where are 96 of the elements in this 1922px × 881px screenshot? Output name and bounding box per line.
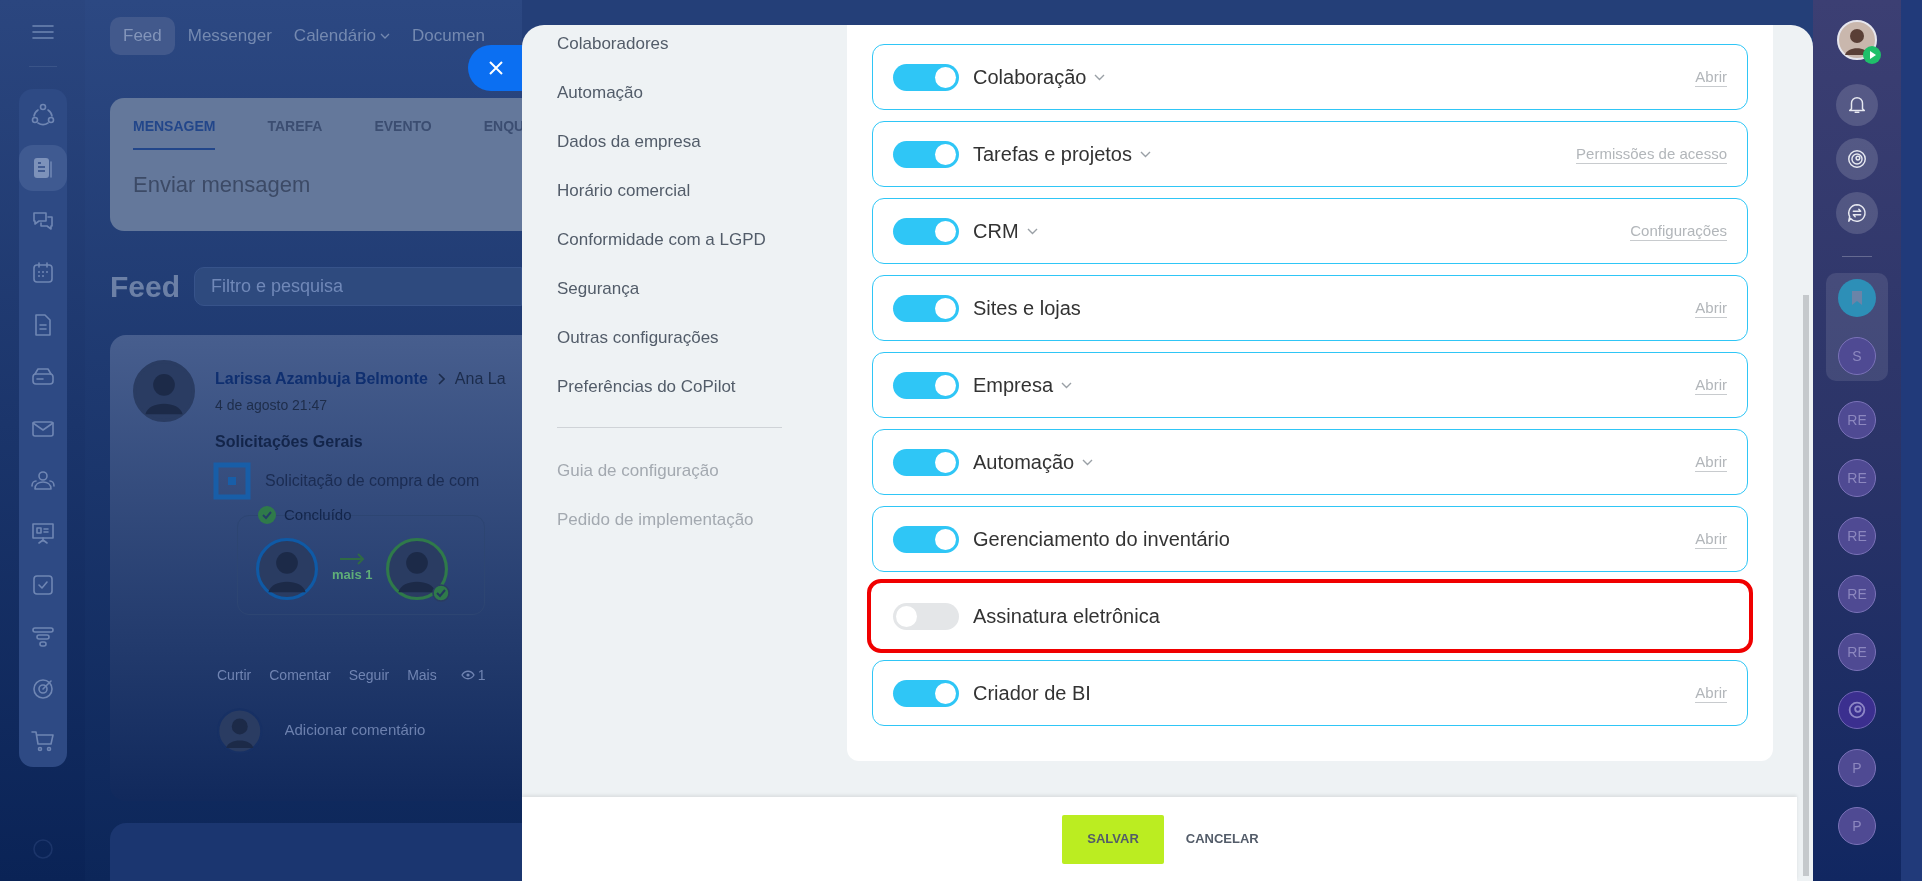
chevron-down-icon[interactable] [1094,73,1106,81]
avatar [386,537,449,600]
action-link[interactable]: Seguir [348,664,390,686]
calendar-icon[interactable] [30,261,55,285]
bookmark-icon [1851,290,1863,306]
settings-link[interactable]: Abrir [1695,67,1727,87]
action-link[interactable]: Curtir [217,664,252,686]
toggle-switch[interactable] [893,217,959,245]
menu-item[interactable]: Colaboradores [557,30,669,57]
menu-link[interactable]: Guia de configuração [557,457,719,484]
tool-name: Sites e lojas [973,296,1081,321]
nav-tab[interactable]: Messenger [178,17,281,56]
menu-item[interactable]: Horário comercial [557,177,691,204]
settings-link[interactable]: Abrir [1695,683,1727,703]
bell-icon[interactable] [1846,94,1868,116]
search-field[interactable]: Filtro e pesquisa [194,266,522,306]
post-date: 4 de agosto 21:47 [215,395,329,415]
sync-icon[interactable] [30,103,55,127]
chat-avatar[interactable]: RE [1838,459,1876,497]
settings-link[interactable]: Abrir [1695,529,1727,549]
toggle-switch[interactable] [893,679,959,707]
chat-avatar[interactable]: P [1838,749,1876,787]
recipient-name: Ana La [454,368,506,389]
chevron-right-icon [437,372,445,385]
chat-arrows-icon[interactable] [1846,202,1868,224]
nav-tab[interactable]: Feed [110,17,175,56]
tool-name: Colaboração [973,65,1087,90]
tool-name: Criador de BI [973,681,1091,706]
chevron-down-icon[interactable] [1082,458,1094,466]
chat-avatar[interactable]: RE [1838,633,1876,671]
settings-link[interactable]: Permissões de acesso [1576,144,1727,164]
people-icon[interactable] [30,469,55,493]
tool-name: Automação [973,450,1075,475]
menu-icon[interactable] [31,24,54,40]
chevron-down-icon[interactable] [1061,381,1073,389]
chat-avatar[interactable]: RE [1838,401,1876,439]
nav-tab[interactable]: Documen [403,17,494,56]
tool-name: Assinatura eletrônica [973,604,1160,629]
scrollbar[interactable] [1803,295,1809,876]
square-icon [213,461,251,500]
action-link[interactable]: Comentar [269,664,331,686]
menu-item[interactable]: Conformidade com a LGPD [557,226,766,253]
menu-item[interactable]: Automação [557,79,643,106]
menu-item[interactable]: Dados da empresa [557,128,701,155]
target-icon[interactable] [30,677,55,701]
settings-link[interactable]: Abrir [1695,452,1727,472]
spiral-icon [1846,699,1868,721]
feed-title: Feed [110,268,181,305]
cart-icon[interactable] [30,729,55,753]
view-count: 1 [477,665,486,685]
tool-name: Tarefas e projetos [973,142,1132,167]
chevron-down-icon[interactable] [1026,227,1038,235]
toggle-switch[interactable] [893,602,959,630]
funnel-icon[interactable] [30,625,55,649]
settings-link[interactable]: Configurações [1630,221,1727,241]
chevron-down-icon[interactable] [1140,150,1151,158]
cancel-button[interactable]: CANCELAR [1185,814,1259,864]
menu-item[interactable]: Outras configurações [557,324,719,351]
chat-avatar[interactable]: P [1838,807,1876,845]
tool-name: Empresa [973,373,1054,398]
toggle-switch[interactable] [893,371,959,399]
toggle-switch[interactable] [893,63,959,91]
play-icon [1863,46,1881,64]
chat-avatar[interactable]: S [1838,337,1876,375]
tool-name: CRM [973,219,1019,244]
chat-avatar[interactable]: RE [1838,575,1876,613]
chat-icon[interactable] [30,209,55,233]
menu-item[interactable]: Segurança [557,275,640,302]
avatar [133,359,195,422]
comment-field[interactable]: Adicionar comentário [284,719,522,742]
avatar [256,537,318,600]
composer-tab[interactable]: MENSAGEM [133,116,216,151]
menu-link[interactable]: Pedido de implementação [557,506,754,533]
settings-link[interactable]: Abrir [1695,298,1727,318]
toggle-switch[interactable] [893,140,959,168]
arrow-right-icon [339,552,366,565]
copilot-chat[interactable] [1838,691,1876,729]
flow-label: mais 1 [332,565,373,584]
eye-icon [460,670,475,681]
check-badge-icon [432,583,451,602]
toggle-switch[interactable] [893,525,959,553]
presentation-icon[interactable] [30,521,55,545]
nav-tab[interactable]: Calendário [284,17,400,56]
bookmark-chat[interactable] [1838,279,1876,317]
tool-name: Gerenciamento do inventário [973,527,1230,552]
post-title: Solicitações Gerais [215,431,364,452]
spiral-icon[interactable] [1846,148,1868,170]
menu-item[interactable]: Preferências do CoPilot [557,373,736,400]
toggle-switch[interactable] [893,448,959,476]
action-link[interactable]: Mais [407,664,437,686]
settings-link[interactable]: Abrir [1695,375,1727,395]
chat-avatar[interactable]: RE [1838,517,1876,555]
toggle-switch[interactable] [893,294,959,322]
checkbox-icon[interactable] [30,573,55,597]
save-button[interactable]: SALVAR [1062,814,1164,864]
close-icon [488,60,504,76]
